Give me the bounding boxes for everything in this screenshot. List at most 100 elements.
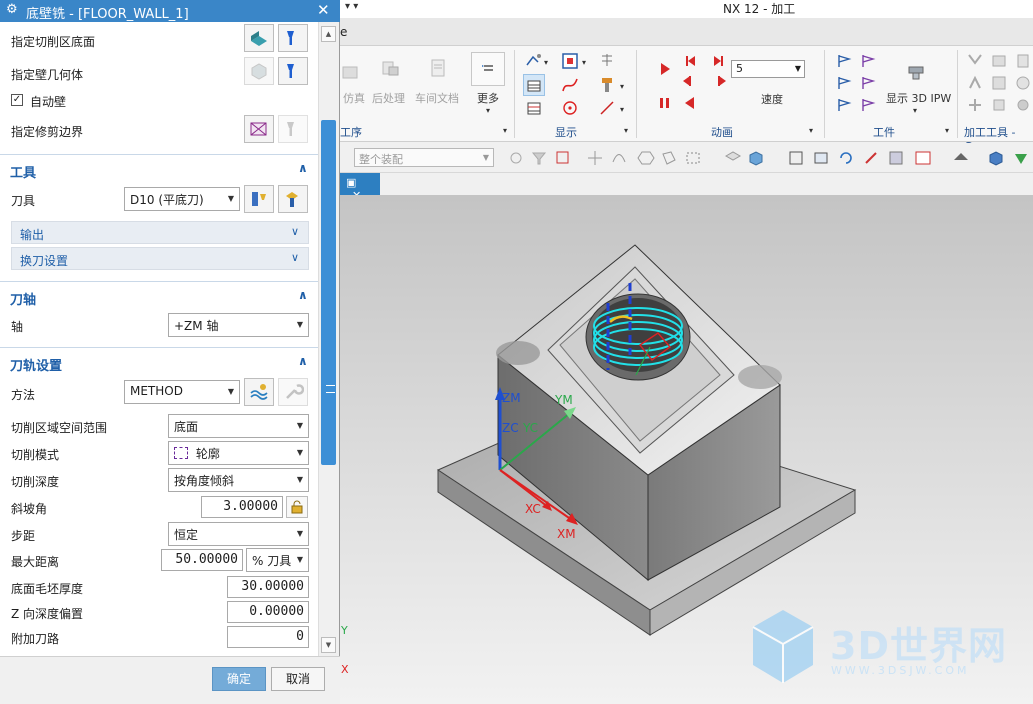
polygon-select-icon[interactable] bbox=[658, 147, 680, 169]
workpiece-flag6-icon[interactable] bbox=[858, 94, 880, 116]
point-snap-icon[interactable] bbox=[584, 147, 606, 169]
view-cube-icon[interactable] bbox=[985, 147, 1007, 169]
extra-passes-input[interactable]: 0 bbox=[227, 626, 309, 648]
scroll-thumb[interactable] bbox=[321, 120, 336, 465]
step-forward-icon[interactable] bbox=[708, 50, 730, 72]
view-orient-icon[interactable] bbox=[1010, 147, 1032, 169]
fast-forward-icon[interactable] bbox=[708, 70, 730, 92]
display-point-icon[interactable] bbox=[559, 97, 581, 119]
show-3d-ipw-icon[interactable] bbox=[900, 56, 932, 88]
view-fit-icon[interactable] bbox=[785, 147, 807, 169]
display-trim-boundary-button[interactable] bbox=[278, 115, 308, 143]
display-toolpath-caret[interactable]: ▾ bbox=[544, 58, 548, 67]
display-tool-caret[interactable]: ▾ bbox=[620, 82, 624, 91]
more-dropdown-caret[interactable]: ▾ bbox=[486, 106, 490, 115]
solid-cube-icon[interactable] bbox=[745, 147, 767, 169]
ok-button[interactable]: 确定 bbox=[212, 667, 266, 691]
rotate-icon[interactable] bbox=[835, 147, 857, 169]
rewind-icon[interactable] bbox=[679, 70, 701, 92]
display-cube-caret[interactable]: ▾ bbox=[582, 58, 586, 67]
mfg-tool9-icon[interactable] bbox=[1012, 94, 1033, 116]
cut-region-select[interactable]: 底面 ▼ bbox=[168, 414, 309, 438]
cut-depth-select[interactable]: 按角度倾斜 ▼ bbox=[168, 468, 309, 492]
mfg-tool7-icon[interactable] bbox=[964, 94, 986, 116]
z-offset-input[interactable]: 0.00000 bbox=[227, 601, 309, 623]
render-icon[interactable] bbox=[885, 147, 907, 169]
filter-icon[interactable] bbox=[528, 147, 550, 169]
workpiece-flag4-icon[interactable] bbox=[858, 72, 880, 94]
display-toolpath-icon[interactable] bbox=[523, 50, 545, 72]
max-distance-input[interactable]: 50.00000 bbox=[161, 549, 243, 571]
mfg-tool3-icon[interactable] bbox=[1012, 50, 1033, 72]
simulate-icon[interactable] bbox=[340, 60, 362, 82]
cut-pattern-select[interactable]: 轮廓 ▼ bbox=[168, 441, 309, 465]
axis-section-header[interactable]: 刀轴 ∧ bbox=[0, 281, 318, 311]
method-select[interactable]: METHOD ▼ bbox=[124, 380, 240, 404]
mfg-tool2-icon[interactable] bbox=[988, 50, 1010, 72]
display-grid-icon[interactable] bbox=[596, 50, 618, 72]
pause-icon[interactable] bbox=[654, 92, 676, 114]
lock-icon[interactable] bbox=[286, 496, 308, 518]
edit-tool-button[interactable] bbox=[244, 185, 274, 213]
speed-select[interactable]: 5 ▼ bbox=[731, 60, 805, 78]
shading-icon[interactable] bbox=[950, 147, 972, 169]
dialog-scrollbar[interactable]: ▲ ▼ bbox=[318, 22, 338, 656]
tool-section-header[interactable]: 工具 ∧ bbox=[0, 154, 318, 184]
scroll-up-arrow[interactable]: ▲ bbox=[321, 26, 336, 42]
rect-select-icon[interactable] bbox=[682, 147, 704, 169]
postprocess-icon[interactable] bbox=[376, 54, 404, 82]
auto-wall-checkbox[interactable]: ✓ bbox=[11, 94, 23, 106]
method-wrench-button[interactable] bbox=[278, 378, 308, 406]
display-layer2-icon[interactable] bbox=[523, 97, 545, 119]
ribbon-tab-partial[interactable]: е bbox=[340, 25, 347, 39]
workpiece-group-caret[interactable]: ▾ bbox=[945, 126, 949, 135]
select-trim-boundary-button[interactable] bbox=[244, 115, 274, 143]
workpiece-flag2-icon[interactable] bbox=[858, 50, 880, 72]
workpiece-flag3-icon[interactable] bbox=[834, 72, 856, 94]
output-subsection[interactable]: 输出 ∨ bbox=[11, 221, 309, 244]
scroll-down-arrow[interactable]: ▼ bbox=[321, 637, 336, 653]
tool-change-subsection[interactable]: 换刀设置 ∨ bbox=[11, 247, 309, 270]
mfg-tool8-icon[interactable] bbox=[988, 94, 1010, 116]
block-icon[interactable] bbox=[722, 147, 744, 169]
workpiece-flag-icon[interactable] bbox=[834, 50, 856, 72]
select-wall-geom-button[interactable] bbox=[244, 57, 274, 85]
dialog-title-bar[interactable]: ⚙ 底壁铣 - [FLOOR_WALL_1] ✕ bbox=[0, 0, 340, 22]
select-cut-floor-button[interactable] bbox=[244, 24, 274, 52]
floor-stock-input[interactable]: 30.00000 bbox=[227, 576, 309, 598]
workpiece-flag5-icon[interactable] bbox=[834, 94, 856, 116]
select-box-icon[interactable] bbox=[552, 147, 574, 169]
max-distance-unit-select[interactable]: % 刀具 ▼ bbox=[246, 548, 309, 572]
play-back-icon[interactable] bbox=[679, 92, 701, 114]
more-icon[interactable] bbox=[471, 52, 505, 86]
display-wall-geom-button[interactable] bbox=[278, 57, 308, 85]
edit-method-button[interactable] bbox=[244, 378, 274, 406]
path-section-header[interactable]: 刀轨设置 ∧ bbox=[0, 347, 318, 377]
play-forward-icon[interactable] bbox=[654, 58, 676, 80]
display-vector-caret[interactable]: ▾ bbox=[620, 105, 624, 114]
close-icon[interactable]: ✕ bbox=[317, 1, 330, 19]
mfg-tool6-icon[interactable] bbox=[1012, 72, 1033, 94]
display-tool-icon[interactable] bbox=[596, 74, 618, 96]
display-cut-floor-button[interactable] bbox=[278, 24, 308, 52]
tool-select[interactable]: D10 (平底刀) ▼ bbox=[124, 187, 240, 211]
hexagon-icon[interactable] bbox=[635, 147, 657, 169]
mfg-tool5-icon[interactable] bbox=[988, 72, 1010, 94]
new-tool-button[interactable] bbox=[278, 185, 308, 213]
display-group-caret[interactable]: ▾ bbox=[624, 126, 628, 135]
shop-doc-icon[interactable] bbox=[424, 54, 452, 82]
step-back-icon[interactable] bbox=[679, 50, 701, 72]
quick-access-dropdown[interactable]: ▾ ▾ bbox=[345, 1, 358, 12]
show-3d-ipw-label[interactable]: 显示 3D IPW bbox=[886, 90, 951, 106]
stepover-select[interactable]: 恒定 ▼ bbox=[168, 522, 309, 546]
pan-icon[interactable] bbox=[860, 147, 882, 169]
layer-icon[interactable] bbox=[912, 147, 934, 169]
more-label[interactable]: 更多 bbox=[477, 90, 499, 106]
op-group-caret[interactable]: ▾ bbox=[503, 126, 507, 135]
animation-group-caret[interactable]: ▾ bbox=[809, 126, 813, 135]
display-vector-icon[interactable] bbox=[596, 97, 618, 119]
ramp-angle-input[interactable]: 3.00000 bbox=[201, 496, 283, 518]
view-tab[interactable]: ▣ ✕ bbox=[340, 173, 380, 202]
display-layer-icon[interactable] bbox=[523, 74, 545, 96]
mfg-tool4-icon[interactable] bbox=[964, 72, 986, 94]
